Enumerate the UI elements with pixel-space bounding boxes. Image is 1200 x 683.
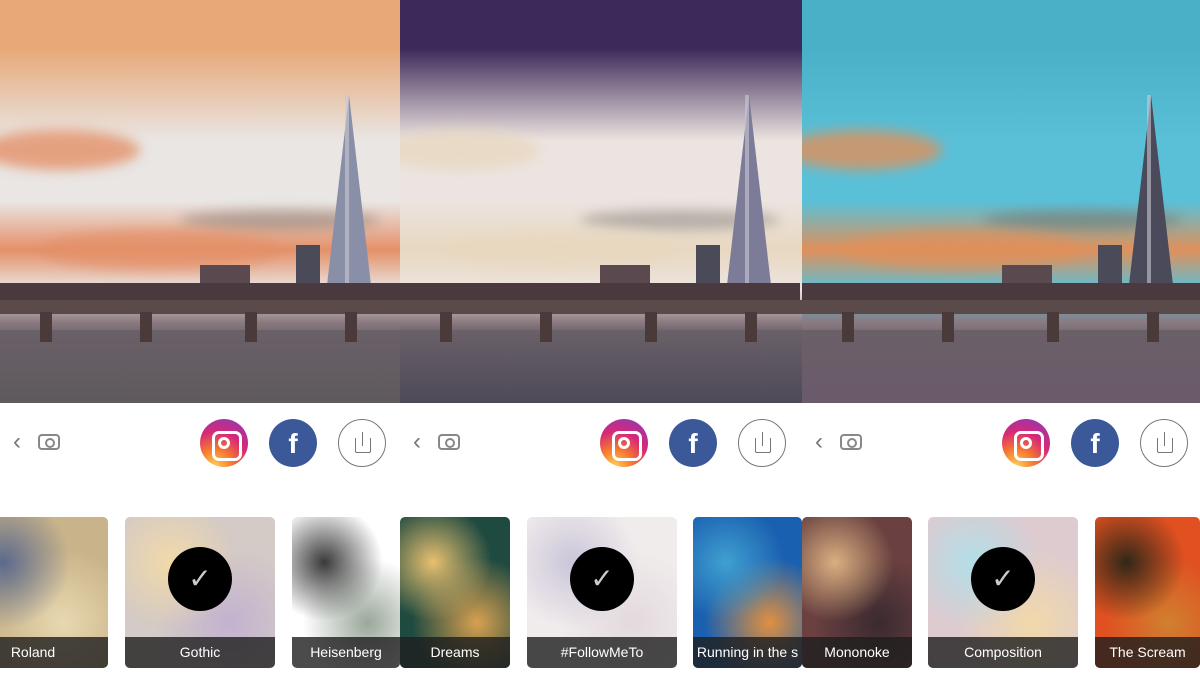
style-thumbnail[interactable]: The Scream xyxy=(1095,517,1200,668)
camera-icon[interactable] xyxy=(38,434,60,450)
camera-icon[interactable] xyxy=(840,434,862,450)
checkmark-icon: ✓ xyxy=(168,547,232,611)
facebook-share-button[interactable]: f xyxy=(669,419,717,467)
shard-tower xyxy=(727,95,771,285)
stylized-photo[interactable] xyxy=(802,0,1200,403)
style-thumbnail[interactable]: Roland xyxy=(0,517,108,668)
facebook-share-button[interactable]: f xyxy=(1071,419,1119,467)
style-label: Running in the s xyxy=(693,637,802,668)
facebook-share-button[interactable]: f xyxy=(269,419,317,467)
style-thumbnail[interactable]: ✓ Composition xyxy=(928,517,1078,668)
stylized-photo[interactable] xyxy=(0,0,400,403)
bridge xyxy=(802,300,1200,314)
style-thumbnail[interactable]: Heisenberg xyxy=(292,517,400,668)
app-screen: ‹ f Roland ✓ Gothic Heisenberg xyxy=(0,0,400,683)
instagram-share-button[interactable] xyxy=(1002,419,1050,467)
style-label: #FollowMeTo xyxy=(527,637,677,668)
style-label: Composition xyxy=(928,637,1078,668)
style-thumbnail[interactable]: Mononoke xyxy=(802,517,912,668)
instagram-share-button[interactable] xyxy=(600,419,648,467)
style-label: The Scream xyxy=(1095,637,1200,668)
checkmark-icon: ✓ xyxy=(971,547,1035,611)
style-thumbnail[interactable]: Dreams xyxy=(400,517,510,668)
stylized-photo[interactable] xyxy=(400,0,802,403)
shard-tower xyxy=(1129,95,1173,285)
style-label: Mononoke xyxy=(802,637,912,668)
share-button[interactable] xyxy=(1140,419,1188,467)
share-button[interactable] xyxy=(338,419,386,467)
style-thumbnail[interactable]: ✓ Gothic xyxy=(125,517,275,668)
checkmark-icon: ✓ xyxy=(570,547,634,611)
style-label: Roland xyxy=(0,637,108,668)
chevron-left-icon[interactable]: ‹ xyxy=(413,430,427,454)
share-button[interactable] xyxy=(738,419,786,467)
chevron-left-icon[interactable]: ‹ xyxy=(815,430,829,454)
bridge xyxy=(400,300,802,314)
toolbar: ‹ f xyxy=(0,418,400,468)
style-label: Heisenberg xyxy=(292,637,400,668)
style-label: Gothic xyxy=(125,637,275,668)
app-screen: ‹ f Dreams ✓ #FollowMeTo Running in the … xyxy=(400,0,802,683)
chevron-left-icon[interactable]: ‹ xyxy=(13,430,27,454)
style-thumbnail[interactable]: ✓ #FollowMeTo xyxy=(527,517,677,668)
toolbar: ‹ f xyxy=(802,418,1200,468)
camera-icon[interactable] xyxy=(438,434,460,450)
style-thumbnail[interactable]: Running in the s xyxy=(693,517,802,668)
bridge xyxy=(0,300,400,314)
style-label: Dreams xyxy=(400,637,510,668)
toolbar: ‹ f xyxy=(400,418,802,468)
instagram-share-button[interactable] xyxy=(200,419,248,467)
shard-tower xyxy=(327,95,371,285)
app-screen: ‹ f Mononoke ✓ Composition The Scream xyxy=(802,0,1200,683)
